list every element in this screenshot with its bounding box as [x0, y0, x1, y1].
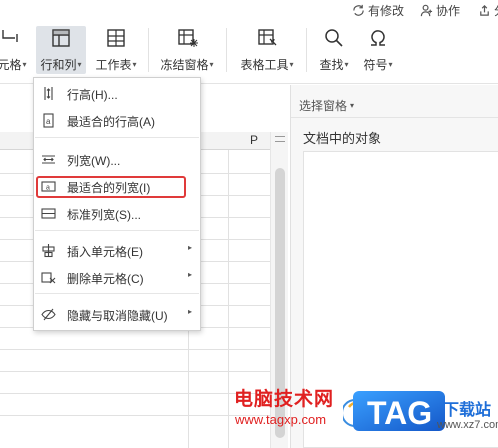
table-tools-button[interactable]: 表格工具 ▾ — [235, 26, 299, 74]
title-status-bar: 有修改 协作 分 — [0, 0, 498, 22]
grid-line — [0, 371, 270, 372]
row-column-dropdown-menu: 行高(H)... a 最适合的行高(A) 列宽(W)... a 最适合的列宽(I… — [33, 77, 201, 331]
omega-symbol-icon — [371, 30, 385, 46]
menu-item-label: 行高(H)... — [67, 88, 118, 102]
unsaved-indicator[interactable]: 有修改 — [352, 2, 404, 19]
search-icon — [325, 29, 343, 47]
selection-pane-title-label: 选择窗格 — [299, 99, 348, 113]
share-icon — [480, 5, 489, 16]
freeze-panes-icon — [178, 29, 198, 47]
menu-item-label: 删除单元格(C) — [67, 272, 144, 286]
autofit-row-height-icon: a — [42, 112, 54, 128]
menu-separator — [35, 230, 199, 231]
sync-icon — [353, 4, 364, 16]
chevron-down-icon: ▾ — [350, 101, 355, 110]
menu-separator — [35, 137, 199, 138]
find-button[interactable]: 查找 ▾ — [314, 26, 354, 74]
menu-item-autofit-row-height[interactable]: a 最适合的行高(A) — [34, 109, 200, 131]
cell-icon — [2, 30, 18, 42]
watermark-download-text: 下载站 — [443, 402, 492, 419]
menu-item-label: 列宽(W)... — [67, 154, 121, 168]
chevron-down-icon: ▾ — [77, 60, 82, 69]
ribbon-divider — [148, 28, 149, 72]
selection-pane-title[interactable]: 选择窗格 ▾ — [299, 97, 354, 114]
watermark-site-url: www.tagxp.com — [235, 412, 327, 427]
row-column-icon — [52, 29, 70, 47]
watermark-site-name: 电脑技术网 — [234, 389, 335, 410]
table-tools-icon — [258, 29, 277, 46]
grid-line — [0, 393, 270, 394]
objects-in-document-heading: 文档中的对象 — [303, 131, 382, 146]
menu-item-insert-cells[interactable]: 插入单元格(E) ▸ — [34, 239, 200, 261]
chevron-down-icon: ▾ — [209, 60, 214, 69]
submenu-arrow-icon: ▸ — [188, 243, 193, 252]
hide-unhide-icon — [40, 308, 56, 320]
ribbon-divider — [226, 28, 227, 72]
symbol-button[interactable]: 符号 ▾ — [358, 26, 398, 74]
menu-item-delete-cells[interactable]: 删除单元格(C) ▸ — [34, 266, 200, 288]
grid-line — [0, 349, 270, 350]
collab-button[interactable]: 协作 — [420, 2, 460, 19]
column-header-p[interactable]: P — [250, 133, 258, 147]
user-icon — [420, 4, 433, 17]
menu-separator — [35, 293, 199, 294]
symbol-label: 符号 — [363, 58, 388, 72]
worksheet-button[interactable]: 工作表 ▾ — [91, 26, 141, 74]
insert-cells-icon — [41, 243, 55, 257]
menu-item-hide-unhide[interactable]: 隐藏与取消隐藏(U) ▸ — [34, 303, 200, 325]
chevron-down-icon: ▾ — [344, 60, 349, 69]
table-tools-label: 表格工具 — [240, 58, 289, 72]
menu-item-label: 最适合的行高(A) — [67, 115, 155, 129]
worksheet-icon — [107, 29, 125, 47]
chevron-down-icon: ▾ — [22, 60, 27, 69]
submenu-arrow-icon: ▸ — [188, 307, 193, 316]
row-column-button[interactable]: 行和列 ▾ — [36, 26, 86, 74]
divider — [291, 117, 498, 118]
column-width-icon — [41, 154, 55, 164]
svg-text:a: a — [46, 117, 51, 126]
chevron-down-icon: ▾ — [132, 60, 137, 69]
freeze-panes-button[interactable]: 冻结窗格 ▾ — [155, 26, 219, 74]
menu-item-standard-column-width[interactable]: 标准列宽(S)... — [34, 202, 200, 224]
highlight-box — [36, 176, 186, 198]
share-button[interactable]: 分 — [478, 2, 498, 19]
site-watermark: 电脑技术网 www.tagxp.com TAG 下载站 www.xz7.com — [231, 378, 498, 448]
cell-label: 元格 — [0, 58, 22, 72]
row-column-label: 行和列 — [40, 58, 77, 72]
standard-column-width-icon — [40, 207, 56, 219]
watermark-download-url: www.xz7.com — [437, 419, 498, 431]
menu-item-label: 标准列宽(S)... — [67, 208, 141, 222]
grid-line — [0, 415, 270, 416]
scrollbar-grip-icon[interactable] — [275, 136, 285, 142]
worksheet-label: 工作表 — [95, 58, 132, 72]
chevron-down-icon: ▾ — [289, 60, 294, 69]
submenu-arrow-icon: ▸ — [188, 270, 193, 279]
ribbon-divider — [306, 28, 307, 72]
row-height-icon — [43, 86, 53, 100]
ribbon-toolbar: 元格 ▾ 行和列 ▾ 工作表 ▾ 冻结窗格 ▾ 表格工具 ▾ 查找 ▾ 符号 ▾ — [0, 22, 498, 84]
menu-item-row-height[interactable]: 行高(H)... — [34, 82, 200, 104]
chevron-down-icon: ▾ — [388, 60, 393, 69]
menu-item-label: 插入单元格(E) — [67, 245, 143, 259]
menu-item-column-width[interactable]: 列宽(W)... — [34, 148, 200, 170]
freeze-panes-label: 冻结窗格 — [160, 58, 209, 72]
menu-item-label: 隐藏与取消隐藏(U) — [67, 309, 168, 323]
tag-logo-icon: TAG — [343, 391, 445, 431]
find-label: 查找 — [319, 58, 344, 72]
collab-label: 协作 — [436, 4, 461, 18]
watermark-badge-text: TAG — [367, 395, 432, 431]
unsaved-label: 有修改 — [368, 4, 405, 18]
cell-button[interactable]: 元格 ▾ — [0, 26, 28, 74]
share-label-partial: 分 — [494, 2, 498, 19]
delete-cells-icon — [40, 271, 55, 283]
